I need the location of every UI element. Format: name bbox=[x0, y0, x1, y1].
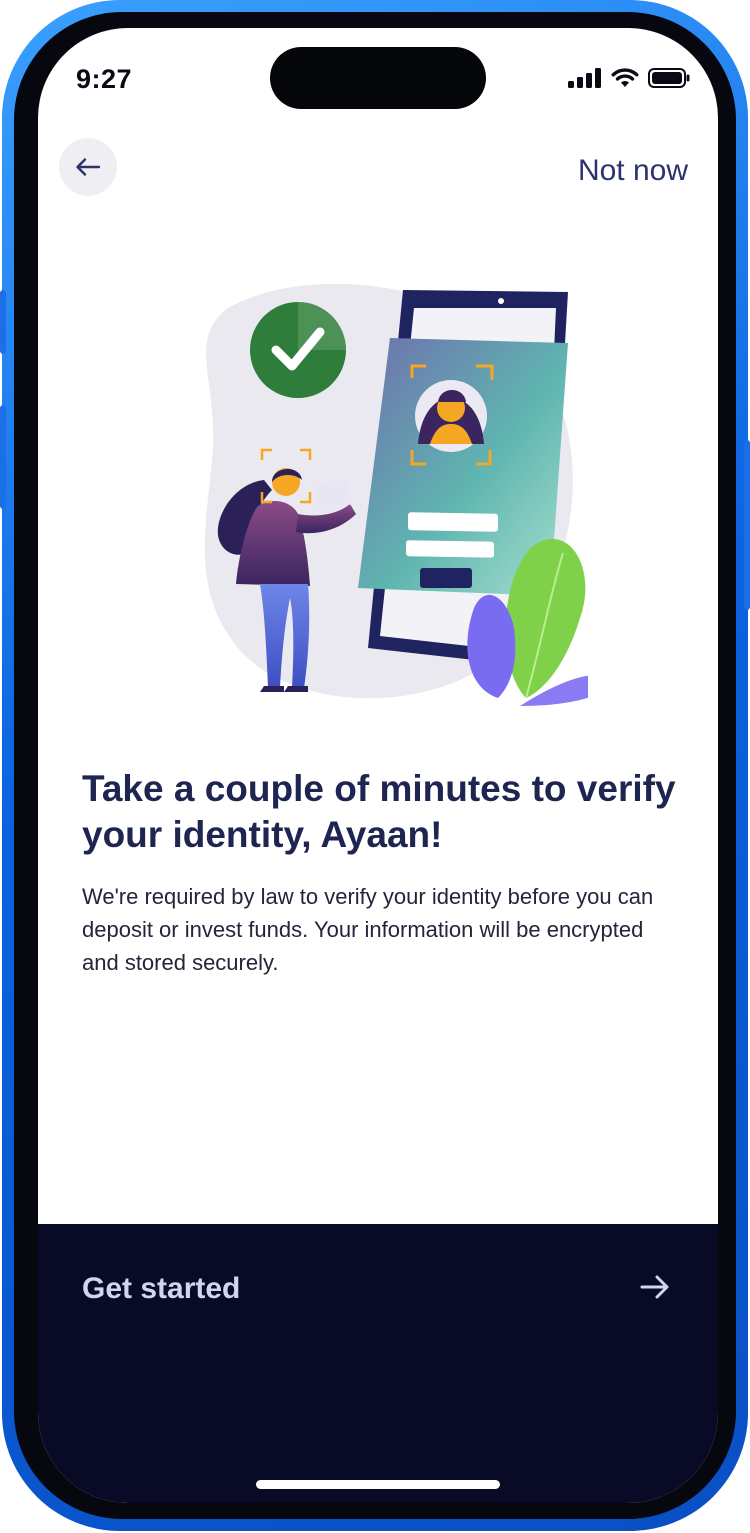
not-now-link[interactable]: Not now bbox=[578, 154, 688, 188]
back-button[interactable] bbox=[59, 138, 117, 196]
page-headline: Take a couple of minutes to verify your … bbox=[82, 768, 676, 855]
silent-switch bbox=[0, 290, 6, 354]
identity-verification-illustration bbox=[204, 283, 588, 706]
phone-frame: 9:27 Not now Take a couple of minutes to… bbox=[0, 0, 750, 1531]
screen: 9:27 Not now Take a couple of minutes to… bbox=[38, 28, 718, 1503]
status-time: 9:27 bbox=[76, 64, 133, 94]
get-started-button[interactable]: Get started bbox=[38, 1224, 718, 1503]
cellular-signal-icon bbox=[568, 68, 601, 88]
volume-button bbox=[0, 405, 6, 509]
arrow-right-icon bbox=[640, 1275, 669, 1299]
arrow-left-icon bbox=[76, 158, 101, 176]
power-button bbox=[744, 440, 750, 610]
battery-icon bbox=[648, 68, 690, 88]
status-bar: 9:27 bbox=[38, 28, 718, 128]
dynamic-island bbox=[270, 47, 486, 109]
checkmark-badge-icon bbox=[250, 302, 346, 398]
get-started-label: Get started bbox=[82, 1272, 241, 1305]
wifi-icon bbox=[611, 68, 639, 87]
status-icons bbox=[568, 68, 690, 88]
page-description: We're required by law to verify your ide… bbox=[82, 884, 654, 975]
home-indicator bbox=[256, 1480, 500, 1489]
